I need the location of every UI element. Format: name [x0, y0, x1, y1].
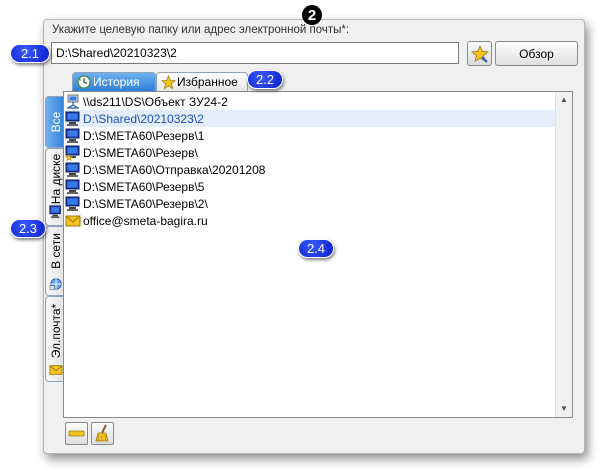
list-item-label: D:\SMETA60\Резерв\5 [83, 179, 205, 194]
scroll-up-arrow-icon[interactable]: ▲ [560, 96, 568, 104]
computer-icon [65, 196, 80, 211]
add-favorite-button[interactable] [467, 41, 492, 66]
callout-main: 2 [302, 5, 322, 25]
list-item[interactable]: D:\SMETA60\Резерв\ [65, 144, 555, 161]
clear-list-button[interactable] [91, 422, 114, 445]
computer-icon [49, 205, 61, 219]
tab-history[interactable]: История [72, 72, 156, 91]
list-item-label: D:\SMETA60\Резерв\1 [83, 128, 205, 143]
browse-button[interactable]: Обзор [495, 41, 578, 66]
computer-icon [65, 179, 80, 194]
history-clock-icon [77, 75, 91, 89]
list-item[interactable]: D:\SMETA60\Резерв\1 [65, 127, 555, 144]
callout-2-2: 2.2 [247, 70, 283, 89]
side-tab-all-label: Все [48, 111, 63, 133]
computer-icon [65, 128, 80, 143]
side-tab-email-label: Эл.почта* [48, 303, 63, 358]
list-item[interactable]: D:\SMETA60\Отправка\20201208 [65, 161, 555, 178]
scroll-down-arrow-icon[interactable]: ▼ [560, 405, 568, 413]
list-item-label: office@smeta-bagira.ru [83, 213, 208, 228]
list-item[interactable]: office@smeta-bagira.ru [65, 212, 555, 229]
remove-item-button[interactable] [65, 422, 88, 445]
broom-icon [95, 424, 109, 442]
list-item[interactable]: D:\SMETA60\Резерв\2\ [65, 195, 555, 212]
side-tab-disk[interactable]: На диске [45, 148, 65, 226]
side-tab-network[interactable]: В сети [45, 226, 65, 296]
computer-star-icon [65, 145, 80, 161]
list-item-label: D:\SMETA60\Резерв\ [83, 145, 198, 160]
tab-history-label: История [93, 75, 140, 89]
side-tab-all[interactable]: Все [45, 96, 65, 148]
list-item[interactable]: \\ds211\DS\Объект ЗУ24-2 [65, 93, 555, 110]
callout-2-1: 2.1 [10, 44, 50, 63]
list-item[interactable]: D:\Shared\20210323\2 [65, 110, 555, 127]
tab-favorites[interactable]: Избранное [156, 72, 248, 91]
callout-2-3: 2.3 [10, 219, 46, 238]
target-prompt-label: Укажите целевую папку или адрес электрон… [52, 24, 350, 36]
tab-favorites-label: Избранное [177, 75, 238, 89]
computer-icon [65, 162, 80, 177]
side-tab-network-label: В сети [48, 233, 63, 270]
minus-icon [68, 430, 85, 437]
side-tab-disk-label: На диске [48, 154, 63, 205]
list-item-label: D:\SMETA60\Резерв\2\ [83, 196, 208, 211]
side-tab-email[interactable]: Эл.почта* [45, 296, 65, 382]
callout-2-4: 2.4 [298, 239, 334, 258]
list-scrollbar[interactable]: ▲ ▼ [555, 92, 572, 417]
network-icon [49, 278, 62, 290]
star-icon [470, 44, 489, 63]
envelope-icon [49, 365, 63, 375]
list-item-label: \\ds211\DS\Объект ЗУ24-2 [83, 94, 228, 109]
list-item-label: D:\SMETA60\Отправка\20201208 [83, 162, 266, 177]
computer-icon [65, 111, 80, 126]
target-path-input[interactable] [51, 42, 459, 64]
star-icon [161, 75, 176, 90]
list-item[interactable]: D:\SMETA60\Резерв\5 [65, 178, 555, 195]
envelope-icon [65, 215, 81, 226]
list-item-label: D:\Shared\20210323\2 [83, 111, 204, 126]
network-computer-icon [67, 94, 79, 109]
